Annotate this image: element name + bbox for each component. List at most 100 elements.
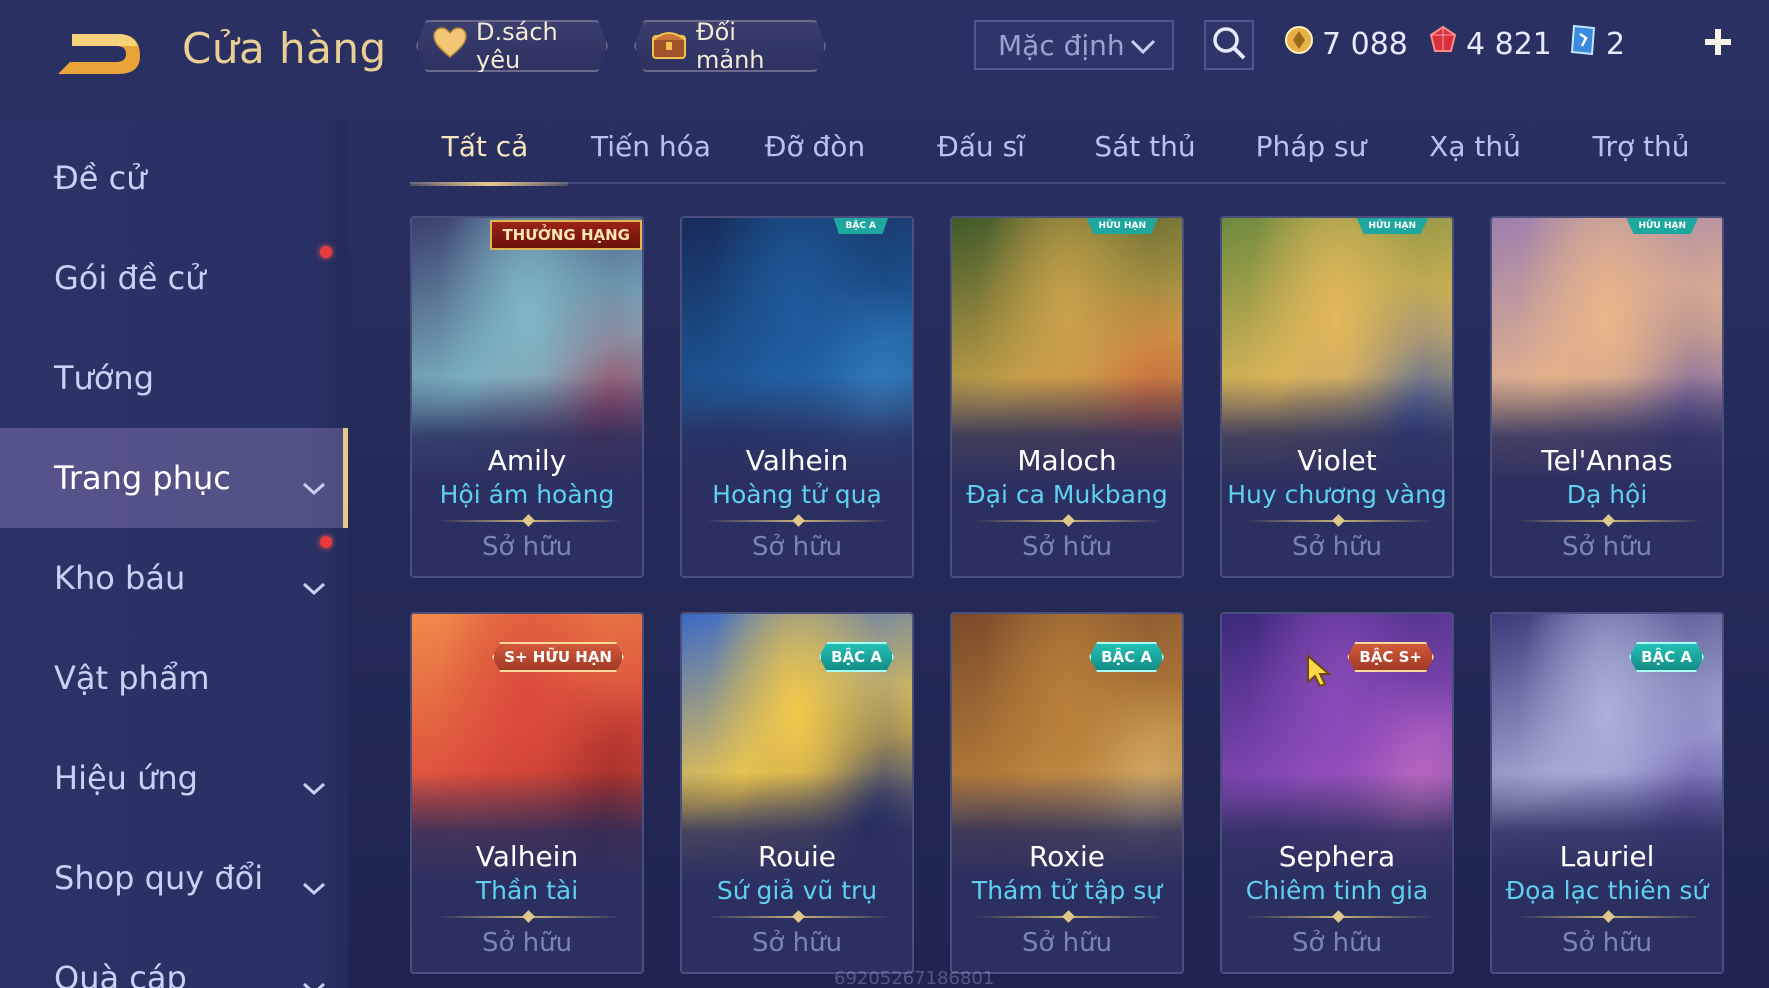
sidebar-item-label: Quà cáp xyxy=(54,959,187,988)
limited-badge: HỮU HẠN xyxy=(1626,218,1698,234)
ownership-status: Sở hữu xyxy=(751,532,843,562)
search-button[interactable] xyxy=(1204,20,1254,70)
sort-value: Mặc định xyxy=(998,28,1125,62)
voucher-gem-icon xyxy=(1568,24,1598,64)
ownership-status: Sở hữu xyxy=(1561,532,1653,562)
tab-all[interactable]: Tất cả xyxy=(410,130,568,186)
hero-name: Maloch xyxy=(1017,444,1117,477)
skin-name: Hội ám hoàng xyxy=(439,480,615,509)
sidebar-item-effects[interactable]: Hiệu ứng xyxy=(0,728,348,828)
page-title: Cửa hàng xyxy=(182,24,387,73)
gold-currency: 7 088 xyxy=(1284,22,1408,66)
hero-name: Sephera xyxy=(1278,840,1396,873)
hero-name: Tel'Annas xyxy=(1541,444,1673,477)
sidebar: Đề cử Gói đề cử Tướng Trang phục Kho báu… xyxy=(0,120,348,988)
tab-evolution[interactable]: Tiến hóa xyxy=(576,130,726,182)
hero-name: Valhein xyxy=(745,444,849,477)
sort-dropdown[interactable]: Mặc định xyxy=(974,20,1174,70)
rank-reward-badge: THƯỞNG HẠNG xyxy=(490,220,642,250)
treasure-chest-icon xyxy=(650,24,688,68)
sidebar-item-items[interactable]: Vật phẩm xyxy=(0,628,348,728)
tab-marksman[interactable]: Xạ thủ xyxy=(1400,130,1550,182)
tier-badge: BẬC A xyxy=(819,642,894,672)
tab-mage[interactable]: Pháp sư xyxy=(1236,130,1386,182)
tier-badge: BẬC S+ xyxy=(1347,642,1434,672)
tab-fighter[interactable]: Đấu sĩ xyxy=(906,130,1056,182)
plus-icon xyxy=(1703,27,1733,61)
skin-name: Thần tài xyxy=(475,876,579,905)
sidebar-item-heroes[interactable]: Tướng xyxy=(0,328,348,428)
sidebar-item-label: Hiệu ứng xyxy=(54,759,198,797)
sidebar-item-label: Shop quy đổi xyxy=(54,859,264,897)
hero-name: Lauriel xyxy=(1559,840,1655,873)
skin-card[interactable]: S+ HỮU HẠN Valhein Thần tài Sở hữu xyxy=(410,612,644,974)
sidebar-item-skins[interactable]: Trang phục xyxy=(0,428,348,528)
tab-label: Pháp sư xyxy=(1255,130,1367,163)
chevron-down-icon xyxy=(302,966,326,988)
ownership-status: Sở hữu xyxy=(1021,532,1113,562)
tab-label: Đấu sĩ xyxy=(937,130,1025,163)
back-arrow-icon[interactable] xyxy=(52,22,144,78)
skin-card[interactable]: BẬC S+ Sephera Chiêm tinh gia Sở hữu xyxy=(1220,612,1454,974)
skin-card[interactable]: HỮU HẠN Maloch Đại ca Mukbang Sở hữu xyxy=(950,216,1184,578)
skin-card[interactable]: THƯỞNG HẠNG Amily Hội ám hoàng Sở hữu xyxy=(410,216,644,578)
search-icon xyxy=(1212,26,1246,64)
hero-name: Valhein xyxy=(475,840,579,873)
skin-name: Huy chương vàng xyxy=(1227,480,1447,509)
skin-card[interactable]: BẬC A Valhein Hoàng tử quạ Sở hữu xyxy=(680,216,914,578)
sidebar-item-exchange-shop[interactable]: Shop quy đổi xyxy=(0,828,348,928)
ownership-status: Sở hữu xyxy=(1291,928,1383,958)
chevron-down-icon xyxy=(302,766,326,804)
sidebar-item-label: Vật phẩm xyxy=(54,659,210,697)
heart-icon xyxy=(432,27,468,65)
sidebar-item-gifts[interactable]: Quà cáp xyxy=(0,928,348,988)
ruby-amount: 4 821 xyxy=(1466,26,1552,62)
limited-badge: HỮU HẠN xyxy=(1356,218,1428,234)
skin-name: Sứ giả vũ trụ xyxy=(716,876,878,905)
hero-name: Violet xyxy=(1297,444,1377,477)
tab-support[interactable]: Trợ thủ xyxy=(1566,130,1716,182)
skin-card[interactable]: HỮU HẠN Tel'Annas Dạ hội Sở hữu xyxy=(1490,216,1724,578)
sidebar-item-label: Tướng xyxy=(54,359,154,397)
mouse-pointer-icon xyxy=(1306,653,1332,688)
ruby-icon xyxy=(1428,25,1458,63)
exchange-fragments-button[interactable]: Đổi mảnh xyxy=(634,20,826,72)
tier-badge: S+ HỮU HẠN xyxy=(492,642,624,672)
category-tabs: Tất cả Tiến hóa Đỡ đòn Đấu sĩ Sát thủ Ph… xyxy=(410,118,1726,186)
skin-name: Đọa lạc thiên sứ xyxy=(1505,876,1709,905)
favorites-label: D.sách yêu xyxy=(476,18,558,74)
ownership-status: Sở hữu xyxy=(1561,928,1653,958)
chevron-down-icon xyxy=(1130,29,1156,62)
limited-badge: HỮU HẠN xyxy=(1086,218,1158,234)
sidebar-item-recommended-packs[interactable]: Gói đề cử xyxy=(0,228,348,328)
notification-dot xyxy=(320,536,332,548)
tab-tank[interactable]: Đỡ đòn xyxy=(740,130,890,182)
gold-amount: 7 088 xyxy=(1322,26,1408,62)
ownership-status: Sở hữu xyxy=(751,928,843,958)
chevron-down-icon xyxy=(302,566,326,604)
sidebar-item-label: Gói đề cử xyxy=(54,259,206,297)
tab-label: Xạ thủ xyxy=(1429,130,1521,163)
skin-card[interactable]: BẬC A Rouie Sứ giả vũ trụ Sở hữu xyxy=(680,612,914,974)
add-currency-button[interactable] xyxy=(1696,22,1740,66)
sidebar-item-recommended[interactable]: Đề cử xyxy=(0,128,348,228)
skin-card[interactable]: HỮU HẠN Violet Huy chương vàng Sở hữu xyxy=(1220,216,1454,578)
hero-name: Roxie xyxy=(1028,840,1106,873)
sidebar-item-label: Kho báu xyxy=(54,559,186,597)
skin-card[interactable]: BẬC A Lauriel Đọa lạc thiên sứ Sở hữu xyxy=(1490,612,1724,974)
skin-grid: THƯỞNG HẠNG Amily Hội ám hoàng Sở hữu BẬ… xyxy=(410,216,1726,988)
gold-coin-icon xyxy=(1284,25,1314,63)
tier-badge: BẬC A xyxy=(833,218,888,234)
voucher-currency: 2 xyxy=(1568,22,1625,66)
ruby-currency: 4 821 xyxy=(1428,22,1552,66)
ownership-status: Sở hữu xyxy=(481,532,573,562)
chevron-down-icon xyxy=(302,866,326,904)
skin-card[interactable]: BẬC A Roxie Thám tử tập sự Sở hữu xyxy=(950,612,1184,974)
tab-assassin[interactable]: Sát thủ xyxy=(1070,130,1220,182)
skin-name: Hoàng tử quạ xyxy=(712,480,882,509)
ownership-status: Sở hữu xyxy=(481,928,573,958)
tab-label: Trợ thủ xyxy=(1592,130,1690,163)
sidebar-item-treasure[interactable]: Kho báu xyxy=(0,528,348,628)
skin-name: Dạ hội xyxy=(1566,480,1648,509)
favorites-button[interactable]: D.sách yêu xyxy=(416,20,608,72)
